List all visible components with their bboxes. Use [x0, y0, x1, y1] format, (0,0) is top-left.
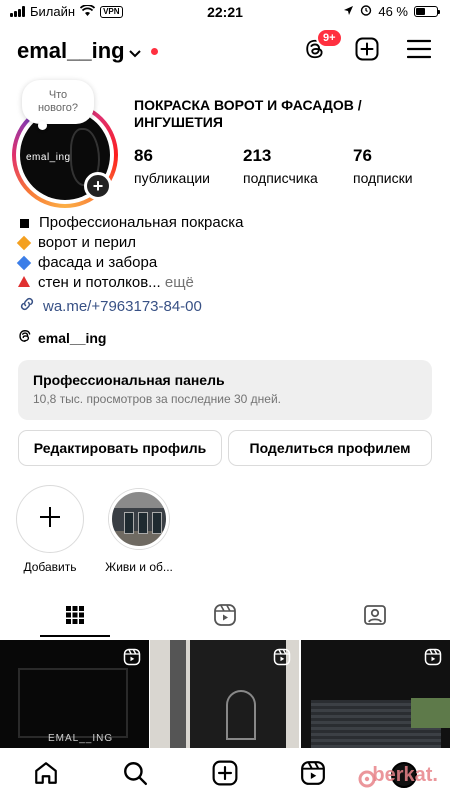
bio-more-link[interactable]: ещё — [165, 274, 194, 291]
note-bubble[interactable]: Что нового? — [22, 80, 94, 130]
notification-dot — [150, 47, 158, 55]
active-tab-indicator — [40, 635, 110, 637]
posts-grid: EMAL__ING — [0, 640, 450, 748]
alarm-icon — [360, 4, 372, 19]
nav-create[interactable] — [210, 760, 240, 790]
bio-line: стен и потолков... ещё — [18, 273, 438, 293]
battery-icon — [414, 6, 440, 17]
blue-diamond-icon — [16, 255, 32, 271]
plus-square-icon — [355, 37, 379, 66]
search-icon — [122, 760, 148, 791]
battery-text: 46 % — [378, 4, 408, 19]
location-icon — [343, 4, 354, 19]
stat-posts-label: публикации — [134, 170, 210, 186]
menu-button[interactable] — [406, 38, 432, 64]
plus-icon — [38, 505, 62, 534]
profile-name-line2: ИНГУШЕТИЯ — [134, 114, 223, 130]
stat-posts-count: 86 — [134, 146, 153, 165]
link-icon — [18, 295, 36, 317]
reel-icon — [424, 648, 442, 671]
bio-text: Профессиональная покраска — [39, 214, 244, 231]
account-switcher[interactable]: emal__ing — [17, 38, 158, 64]
tab-grid[interactable] — [0, 596, 150, 638]
edit-profile-button[interactable]: Редактировать профиль — [18, 430, 222, 466]
professional-dashboard[interactable]: Профессиональная панель 10,8 тыс. просмо… — [18, 360, 432, 420]
reels-icon — [300, 760, 326, 791]
grid-post[interactable]: EMAL__ING — [0, 640, 149, 748]
highlight-add-circle — [16, 485, 84, 553]
tab-tagged[interactable] — [300, 596, 450, 638]
stat-followers[interactable]: 213 подписчика — [243, 146, 318, 186]
highlight-item[interactable]: Живи и об... — [103, 485, 175, 574]
profile-name: ПОКРАСКА ВОРОТ И ФАСАДОВ / ИНГУШЕТИЯ — [134, 97, 434, 131]
share-profile-button[interactable]: Поделиться профилем — [228, 430, 432, 466]
add-story-button[interactable]: + — [84, 172, 112, 200]
threads-icon — [18, 329, 32, 346]
grid-post[interactable] — [150, 640, 299, 748]
bio-text: ворот и перил — [38, 234, 137, 251]
reel-icon — [273, 648, 291, 671]
bio-line: ворот и перил — [16, 233, 438, 253]
profile-header: emal__ing 9+ — [0, 28, 450, 72]
username: emal__ing — [17, 38, 125, 63]
stat-following-count: 76 — [353, 146, 372, 165]
plus-square-icon — [212, 760, 238, 791]
grid-icon — [65, 605, 85, 630]
bio-line: Профессиональная покраска — [18, 213, 438, 233]
grid-post[interactable] — [301, 640, 450, 748]
create-button[interactable] — [354, 37, 380, 66]
profile-link[interactable]: wa.me/+7963173-84-00 — [18, 295, 202, 317]
panel-title: Профессиональная панель — [33, 372, 225, 388]
watermark-text: berkat. — [372, 764, 438, 786]
profile-tabs — [0, 596, 450, 638]
stat-following[interactable]: 76 подписки — [353, 146, 413, 186]
stat-following-label: подписки — [353, 170, 413, 186]
note-text: Что нового? — [37, 89, 79, 114]
orange-diamond-icon — [16, 235, 32, 251]
nav-home[interactable] — [31, 760, 61, 790]
bio-line: фасада и забора — [16, 253, 438, 273]
highlight-add[interactable]: Добавить — [14, 485, 86, 574]
threads-profile-link[interactable]: emal__ing — [18, 329, 106, 346]
home-icon — [33, 760, 59, 791]
highlight-cover — [109, 489, 169, 549]
bio-text: стен и потолков... — [38, 274, 161, 291]
hamburger-icon — [406, 39, 432, 64]
tagged-icon — [363, 603, 387, 632]
reels-icon — [213, 603, 237, 632]
tab-reels[interactable] — [150, 596, 300, 638]
highlight-label: Добавить — [23, 560, 77, 574]
link-text: wa.me/+7963173-84-00 — [43, 297, 202, 315]
panel-subtitle: 10,8 тыс. просмотров за последние 30 дне… — [33, 392, 281, 406]
threads-button[interactable]: 9+ — [302, 28, 343, 64]
stat-followers-count: 213 — [243, 146, 272, 165]
black-square-icon — [20, 218, 29, 228]
threads-username: emal__ing — [38, 329, 107, 346]
post-caption: EMAL__ING — [48, 733, 114, 744]
stat-followers-label: подписчика — [243, 170, 318, 186]
profile-name-line1: ПОКРАСКА ВОРОТ И ФАСАДОВ / — [134, 97, 362, 113]
status-bar: Билайн VPN 22:21 46 % — [0, 0, 450, 26]
threads-badge: 9+ — [316, 28, 343, 48]
stat-posts[interactable]: 86 публикации — [134, 146, 210, 186]
chevron-down-icon — [128, 38, 141, 64]
bio: Профессиональная покраска ворот и перил … — [16, 213, 438, 293]
plus-icon: + — [92, 176, 104, 196]
bio-text: фасада и забора — [38, 254, 158, 271]
nav-reels[interactable] — [298, 760, 328, 790]
highlight-label: Живи и об... — [105, 560, 173, 574]
avatar-logo-text: emal_ing — [26, 152, 71, 163]
nav-search[interactable] — [120, 760, 150, 790]
reel-icon — [123, 648, 141, 671]
red-triangle-icon — [18, 273, 30, 293]
